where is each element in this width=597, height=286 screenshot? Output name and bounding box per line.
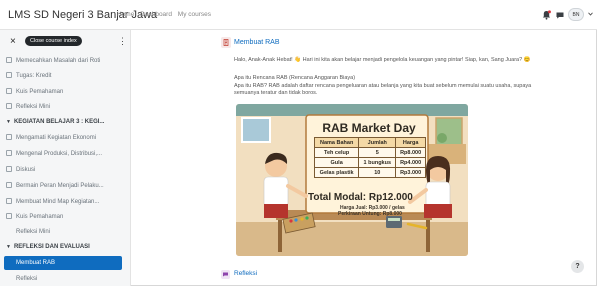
nav-home-link[interactable]: Home xyxy=(117,11,134,18)
activity-icon xyxy=(6,72,12,78)
rab-cell: Rp8.000 xyxy=(395,147,426,158)
course-index-item[interactable]: Refleksi Mini xyxy=(6,101,126,114)
calculator-icon xyxy=(386,216,402,228)
rab-cell: 5 xyxy=(358,147,397,158)
assignment-icon xyxy=(221,37,231,48)
rab-table: Nama Bahan Jumlah Harga Teh celup 5 Rp8.… xyxy=(313,137,426,178)
rab-cell: Gula xyxy=(313,157,360,168)
nav-dashboard-link[interactable]: Dashboard xyxy=(140,11,172,18)
chevron-down-icon: ▼ xyxy=(6,244,11,250)
activity-icon xyxy=(6,57,12,63)
nav-my-courses-link[interactable]: My courses xyxy=(178,11,211,18)
course-index-item-active[interactable]: Membuat RAB xyxy=(4,256,122,270)
activity-icon xyxy=(6,103,12,109)
course-index-item[interactable]: Kuis Pemahaman xyxy=(6,211,126,224)
course-section-header[interactable]: ▼ REFLEKSI DAN EVALUASI xyxy=(6,241,126,254)
close-course-index-button[interactable]: Close course index xyxy=(25,36,82,46)
course-index-item[interactable]: Tugas: Kredit xyxy=(6,70,126,83)
course-index-item[interactable]: Refleksi xyxy=(6,273,126,286)
course-index-item[interactable]: Bermain Peran Menjadi Pelaku... xyxy=(6,180,126,193)
rab-cell: Gelas plastik xyxy=(313,167,360,178)
rab-table-row: Gelas plastik 10 Rp3.000 xyxy=(313,167,426,178)
course-index-item[interactable]: Refleksi Mini xyxy=(6,226,126,239)
chevron-down-icon: ▼ xyxy=(6,119,11,125)
user-avatar[interactable]: BN xyxy=(568,8,584,21)
rab-cell: 10 xyxy=(358,167,397,178)
activity-icon xyxy=(6,88,12,94)
activity-icon xyxy=(6,182,12,188)
activity-icon xyxy=(6,213,12,219)
next-activity-link[interactable]: Refleksi xyxy=(234,270,257,277)
help-button[interactable]: ? xyxy=(571,260,584,273)
rab-total: Total Modal: Rp12.000 xyxy=(308,192,413,203)
activity-title: Membuat RAB xyxy=(234,39,280,46)
course-index-item[interactable]: Mengamati Kegiatan Ekonomi xyxy=(6,132,126,145)
rab-cell: Rp4.000 xyxy=(395,157,426,168)
activity-intro-text: Halo, Anak-Anak Hebat! 👋 Hari ini kita a… xyxy=(234,57,531,63)
rab-header-cell: Harga xyxy=(395,137,426,148)
description-body: Apa itu RAB? RAB adalah daftar rencana p… xyxy=(234,82,532,97)
activity-icon xyxy=(6,134,12,140)
rab-market-day-illustration: RAB Market Day Nama Bahan Jumlah Harga T… xyxy=(236,104,468,256)
course-index-item[interactable]: Memecahkan Masalah dari Roti xyxy=(6,55,126,68)
activity-icon xyxy=(6,166,12,172)
course-index-drawer: × Close course index ⋮ Memecahkan Masala… xyxy=(0,30,131,286)
messages-icon[interactable] xyxy=(556,12,564,19)
top-navbar: LMS SD Negeri 3 Banjar Jawa Home Dashboa… xyxy=(0,0,597,30)
reflection-activity-icon xyxy=(221,270,230,279)
rab-header-cell: Jumlah xyxy=(358,137,397,148)
rab-cell: 1 bungkus xyxy=(358,157,397,168)
rab-estimated-profit: Perkiraan Untung: Rp8.000 xyxy=(338,211,402,217)
notification-bell-icon[interactable] xyxy=(542,10,551,20)
description-heading: Apa itu Rencana RAB (Rencana Anggaran Bi… xyxy=(234,75,356,81)
rab-board-title: RAB Market Day xyxy=(322,121,416,135)
activity-description: Apa itu Rencana RAB (Rencana Anggaran Bi… xyxy=(234,75,556,98)
chevron-down-icon[interactable] xyxy=(588,12,593,16)
more-options-icon[interactable]: ⋮ xyxy=(118,36,127,46)
course-index-item[interactable]: Membuat Mind Map Kegiatan... xyxy=(6,196,126,209)
primary-navigation: Home Dashboard My courses xyxy=(117,11,215,18)
course-section-header[interactable]: ▼ KEGIATAN BELAJAR 3 : KEGI... xyxy=(6,116,126,129)
course-index-item[interactable]: Mengenal Produksi, Distribusi,... xyxy=(6,148,126,161)
course-index-item[interactable]: Kuis Pemahaman xyxy=(6,86,126,99)
rab-table-row: Teh celup 5 Rp8.000 xyxy=(313,147,426,158)
rab-cell: Rp3.000 xyxy=(395,167,426,178)
close-icon[interactable]: × xyxy=(10,37,16,47)
rab-cell: Teh celup xyxy=(313,147,360,158)
rab-header-cell: Nama Bahan xyxy=(313,137,360,148)
course-index-item[interactable]: Diskusi xyxy=(6,164,126,177)
activity-icon xyxy=(6,150,12,156)
rab-table-row: Gula 1 bungkus Rp4.000 xyxy=(313,157,426,168)
activity-icon xyxy=(6,198,12,204)
